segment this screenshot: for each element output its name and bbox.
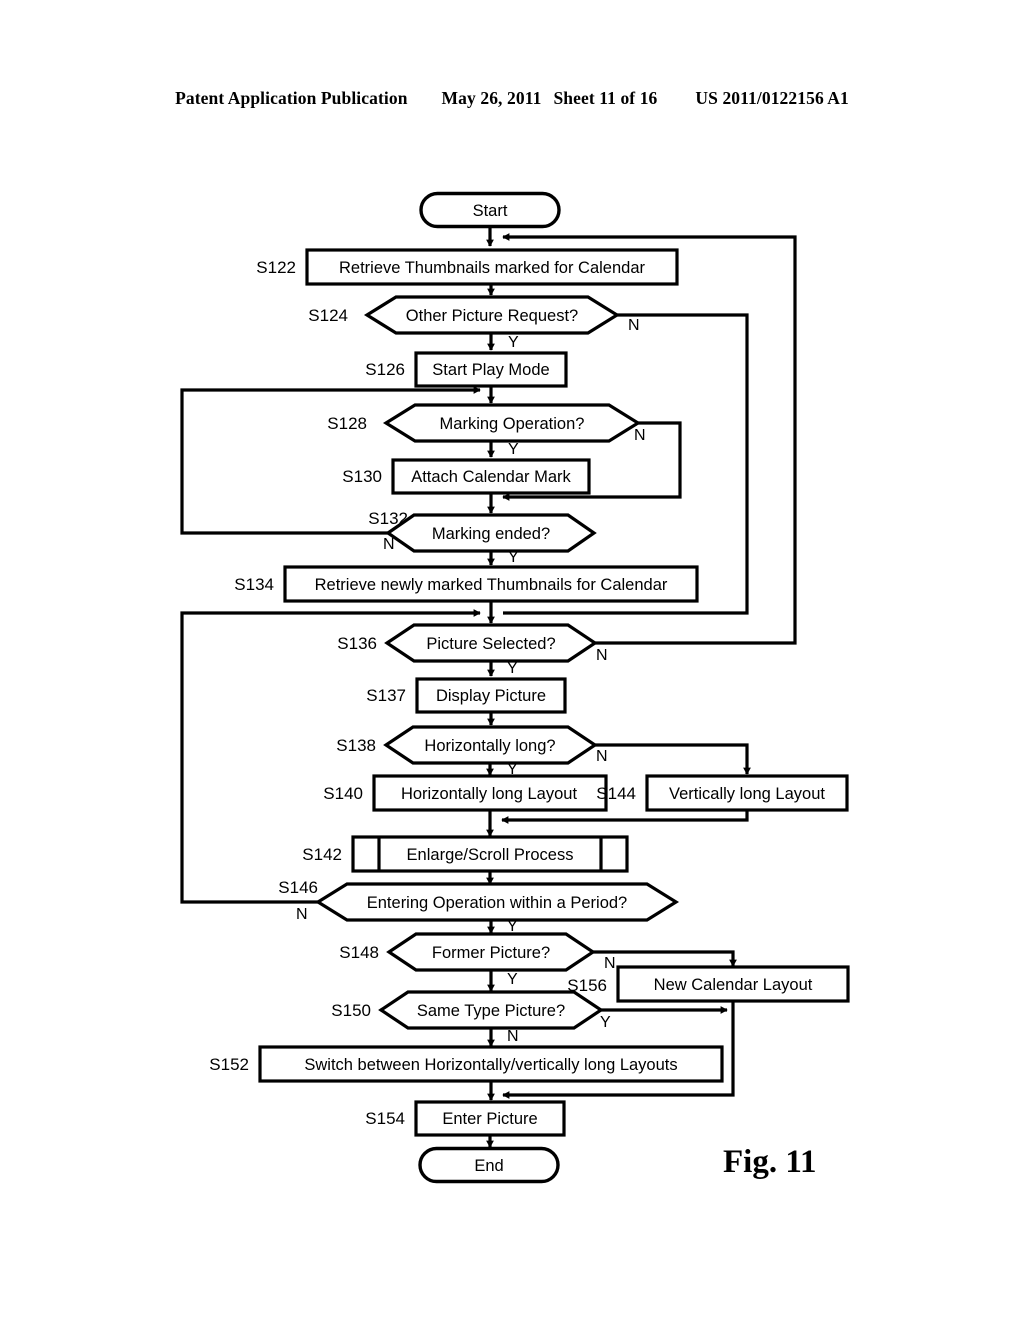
node-s154-label: Enter Picture (442, 1110, 537, 1128)
branch-label-s150-n: N (507, 1028, 519, 1045)
node-s136[interactable]: S136 Picture Selected? (337, 623, 598, 663)
branch-label-s146-n: N (296, 906, 308, 923)
step-label-s126: S126 (365, 360, 405, 379)
node-s130-label: Attach Calendar Mark (411, 468, 571, 486)
node-s128-label: Marking Operation? (440, 415, 585, 433)
node-s152[interactable]: S152 Switch between Horizontally/vertica… (209, 1045, 724, 1083)
node-start-label: Start (473, 202, 508, 220)
flowchart-canvas: Start S122 Retrieve Thumbnails marked fo… (180, 191, 850, 1184)
node-s150-label: Same Type Picture? (417, 1002, 565, 1020)
step-label-s152: S152 (209, 1055, 249, 1074)
branch-label-s146-y: Y (507, 918, 518, 935)
step-label-s134: S134 (234, 575, 274, 594)
branch-label-s148-n: N (604, 955, 616, 972)
node-s150[interactable]: S150 Same Type Picture? (331, 990, 604, 1030)
edge-s138-n-to-s144 (595, 743, 751, 775)
branch-label-s138-y: Y (507, 761, 518, 778)
step-label-s154: S154 (365, 1109, 405, 1128)
node-s154[interactable]: S154 Enter Picture (365, 1100, 566, 1137)
node-s122-label: Retrieve Thumbnails marked for Calendar (339, 259, 646, 277)
figure-label: Fig. 11 (723, 1144, 817, 1180)
step-label-s137: S137 (366, 686, 406, 705)
node-s137[interactable]: S137 Display Picture (366, 677, 567, 714)
node-s126[interactable]: S126 Start Play Mode (365, 351, 568, 388)
node-s156[interactable]: S156 New Calendar Layout (567, 965, 850, 1003)
branch-label-s150-y: Y (600, 1014, 611, 1031)
node-s148[interactable]: S148 Former Picture? (339, 932, 596, 972)
branch-label-s128-n: N (634, 427, 646, 444)
step-label-s142: S142 (302, 845, 342, 864)
node-s138[interactable]: S138 Horizontally long? (336, 725, 598, 765)
flowchart-nodes: Start S122 Retrieve Thumbnails marked fo… (209, 191, 850, 1184)
node-s142[interactable]: S142 Enlarge/Scroll Process (302, 835, 629, 873)
step-label-s128: S128 (327, 414, 367, 433)
node-s126-label: Start Play Mode (432, 361, 549, 379)
branch-label-s136-y: Y (507, 660, 518, 677)
node-s128[interactable]: S128 Marking Operation? (327, 403, 642, 443)
step-label-s136: S136 (337, 634, 377, 653)
branch-label-s136-n: N (596, 647, 608, 664)
node-s134[interactable]: S134 Retrieve newly marked Thumbnails fo… (234, 565, 699, 603)
node-s124-label: Other Picture Request? (406, 307, 578, 325)
node-s138-label: Horizontally long? (424, 737, 555, 755)
node-s132[interactable]: S132 Marking ended? (368, 509, 597, 553)
branch-label-s124-n: N (628, 317, 640, 334)
branch-label-s132-n: N (383, 536, 395, 553)
node-s144-label: Vertically long Layout (669, 785, 825, 803)
node-s137-label: Display Picture (436, 687, 546, 705)
branch-label-s124-y: Y (508, 334, 519, 351)
step-label-s146: S146 (278, 878, 318, 897)
node-s140-label: Horizontally long Layout (401, 785, 578, 803)
node-start[interactable]: Start (419, 191, 561, 229)
step-label-s122: S122 (256, 258, 296, 277)
node-s130[interactable]: S130 Attach Calendar Mark (342, 458, 591, 495)
branch-label-s128-y: Y (508, 441, 519, 458)
node-s134-label: Retrieve newly marked Thumbnails for Cal… (315, 576, 668, 594)
node-s146-label: Entering Operation within a Period? (367, 894, 628, 912)
node-s152-label: Switch between Horizontally/vertically l… (304, 1056, 677, 1074)
branch-label-s138-n: N (596, 748, 608, 765)
patent-figure-page: Patent Application Publication May 26, 2… (0, 0, 1024, 1320)
node-s144[interactable]: S144 Vertically long Layout (596, 774, 849, 812)
node-s148-label: Former Picture? (432, 944, 550, 962)
node-s146[interactable]: S146 Entering Operation within a Period? (278, 878, 680, 922)
branch-label-s132-y: Y (508, 549, 519, 566)
step-label-s138: S138 (336, 736, 376, 755)
node-end-label: End (474, 1157, 503, 1175)
step-label-s148: S148 (339, 943, 379, 962)
branch-label-s148-y: Y (507, 971, 518, 988)
node-s140[interactable]: S140 Horizontally long Layout (323, 774, 608, 812)
step-label-s140: S140 (323, 784, 363, 803)
step-label-s130: S130 (342, 467, 382, 486)
node-s122[interactable]: S122 Retrieve Thumbnails marked for Cale… (256, 248, 679, 286)
node-s142-label: Enlarge/Scroll Process (407, 846, 574, 864)
step-label-s144: S144 (596, 784, 636, 803)
node-end[interactable]: End (418, 1146, 560, 1184)
step-label-s150: S150 (331, 1001, 371, 1020)
node-s156-label: New Calendar Layout (654, 976, 813, 994)
node-s132-label: Marking ended? (432, 525, 550, 543)
step-label-s124: S124 (308, 306, 348, 325)
node-s124[interactable]: S124 Other Picture Request? (308, 295, 621, 335)
node-s136-label: Picture Selected? (426, 635, 555, 653)
